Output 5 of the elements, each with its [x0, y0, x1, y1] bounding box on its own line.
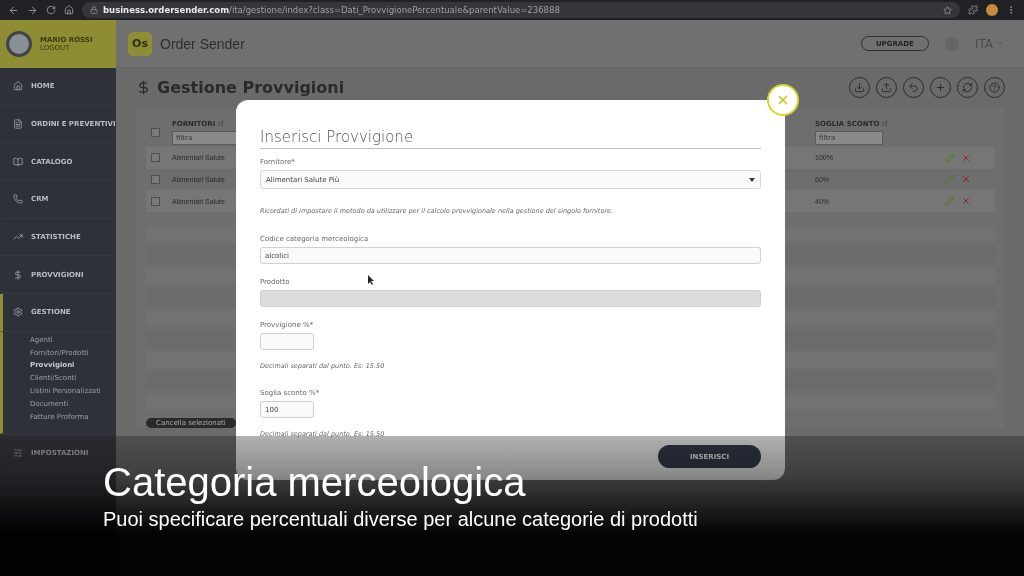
- logo-text: Order Sender: [160, 35, 246, 52]
- modal-title: Inserisci Provvigione: [260, 128, 761, 149]
- page-title: Gestione Provvigioni: [157, 78, 345, 97]
- caption-subtitle: Puoi specificare percentuali diverse per alcune categorie di prodotti: [103, 507, 699, 532]
- logo-mark: Os: [128, 31, 152, 56]
